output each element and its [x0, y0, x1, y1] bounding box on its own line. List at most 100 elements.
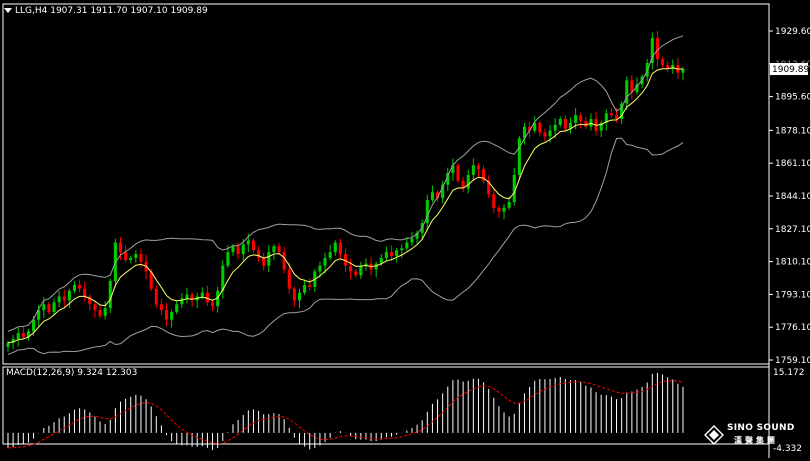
- candle-body: [205, 292, 209, 303]
- candle-body: [231, 246, 235, 253]
- candle-body: [57, 296, 61, 303]
- candle-body: [333, 242, 337, 253]
- chart-symbol-header: LLG,H4 1907.31 1911.70 1907.10 1909.89: [4, 6, 208, 17]
- candle-body: [200, 292, 204, 297]
- candle-body: [175, 304, 179, 312]
- candle-body: [558, 118, 562, 125]
- candle-body: [62, 296, 66, 301]
- candle-body: [308, 284, 312, 287]
- logo-text-cn: 漢聲集團: [734, 436, 778, 445]
- candle-body: [185, 294, 189, 299]
- dropdown-arrow-icon[interactable]: [4, 8, 12, 13]
- logo-emblem-icon: [704, 425, 724, 445]
- candle-body: [211, 302, 215, 307]
- candle-body: [563, 118, 567, 129]
- candle-body: [21, 333, 25, 338]
- candle-body: [292, 288, 296, 301]
- candle-body: [262, 257, 266, 266]
- sino-sound-logo: SINO SOUND 漢聲集團: [704, 423, 796, 449]
- candle-body: [67, 290, 71, 301]
- candle-body: [517, 138, 521, 175]
- candle-body: [159, 304, 163, 311]
- candle-body: [47, 304, 51, 312]
- candle-body: [236, 246, 240, 255]
- price-panel-frame: [2, 3, 770, 365]
- price-tick-label: 1776.10: [775, 323, 810, 333]
- candle-body: [6, 342, 10, 347]
- candle-body: [466, 174, 470, 189]
- candle-body: [93, 304, 97, 311]
- macd-signal-line: [7, 380, 684, 449]
- candle-body: [118, 242, 123, 253]
- candle-body: [471, 165, 475, 175]
- candle-body: [354, 271, 358, 276]
- candle-body: [180, 298, 184, 305]
- candle-body: [609, 113, 613, 116]
- candle-body: [405, 242, 409, 249]
- candle-body: [272, 246, 276, 253]
- price-tick-label: 1878.10: [775, 126, 810, 136]
- candle-body: [579, 115, 583, 121]
- price-tick-label: 1861.10: [775, 159, 810, 169]
- price-tick-label: 1827.10: [775, 225, 810, 235]
- candle-body: [430, 192, 434, 201]
- candle-body: [630, 80, 634, 92]
- candle-body: [267, 252, 271, 266]
- candle-body: [98, 310, 102, 316]
- candle-body: [164, 310, 169, 320]
- candle-body: [103, 308, 107, 316]
- candle-body: [507, 201, 511, 208]
- candle-body: [226, 252, 230, 266]
- candle-body: [476, 165, 480, 170]
- last-price-label: 1909.89: [772, 65, 809, 75]
- candle-body: [139, 254, 143, 262]
- macd-tick-label: 15.172: [773, 368, 805, 378]
- price-tick-label: 1810.10: [775, 258, 810, 268]
- candle-body: [548, 130, 552, 137]
- candle-body: [16, 333, 20, 339]
- price-tick-label: 1895.60: [775, 93, 810, 103]
- candle-body: [456, 165, 460, 181]
- candle-body: [52, 302, 56, 312]
- candle-body: [553, 124, 557, 131]
- candle-body: [543, 132, 547, 137]
- candle-body: [395, 250, 399, 256]
- candle-body: [328, 252, 332, 258]
- candle-body: [303, 284, 307, 293]
- candle-body: [257, 250, 261, 258]
- candle-body: [72, 284, 77, 291]
- candle-body: [538, 122, 542, 133]
- candle-body: [251, 240, 255, 251]
- candle-body: [108, 281, 112, 309]
- bollinger-lower-band: [7, 137, 684, 355]
- candle-body: [502, 207, 506, 212]
- candle-body: [124, 252, 128, 260]
- candle-body: [410, 238, 414, 243]
- price-chart[interactable]: 1929.601912.601895.601878.101861.101844.…: [0, 0, 810, 461]
- candle-body: [32, 319, 36, 332]
- candle-body: [282, 252, 286, 270]
- candle-body: [42, 304, 46, 311]
- logo-text-en: SINO SOUND: [727, 423, 795, 433]
- symbol-label: LLG,H4: [15, 6, 48, 16]
- macd-header: MACD(12,26,9) 9.324 12.303: [6, 368, 137, 379]
- price-tick-label: 1759.10: [775, 356, 810, 366]
- macd-label: MACD(12,26,9): [6, 368, 75, 378]
- macd-values: 9.324 12.303: [77, 368, 138, 378]
- candle-body: [287, 269, 291, 289]
- candle-body: [661, 59, 665, 65]
- candle-body: [318, 265, 322, 272]
- price-tick-label: 1929.60: [775, 27, 810, 37]
- candle-body: [83, 288, 87, 297]
- candle-body: [78, 284, 82, 289]
- candle-body: [492, 194, 496, 208]
- candle-body: [681, 69, 685, 73]
- candle-body: [134, 254, 138, 258]
- candle-body: [154, 288, 158, 305]
- candle-body: [241, 244, 245, 255]
- candle-body: [512, 174, 516, 202]
- candle-body: [338, 242, 342, 255]
- candle-body: [170, 311, 174, 320]
- candle-body: [584, 120, 588, 127]
- candle-body: [349, 265, 353, 272]
